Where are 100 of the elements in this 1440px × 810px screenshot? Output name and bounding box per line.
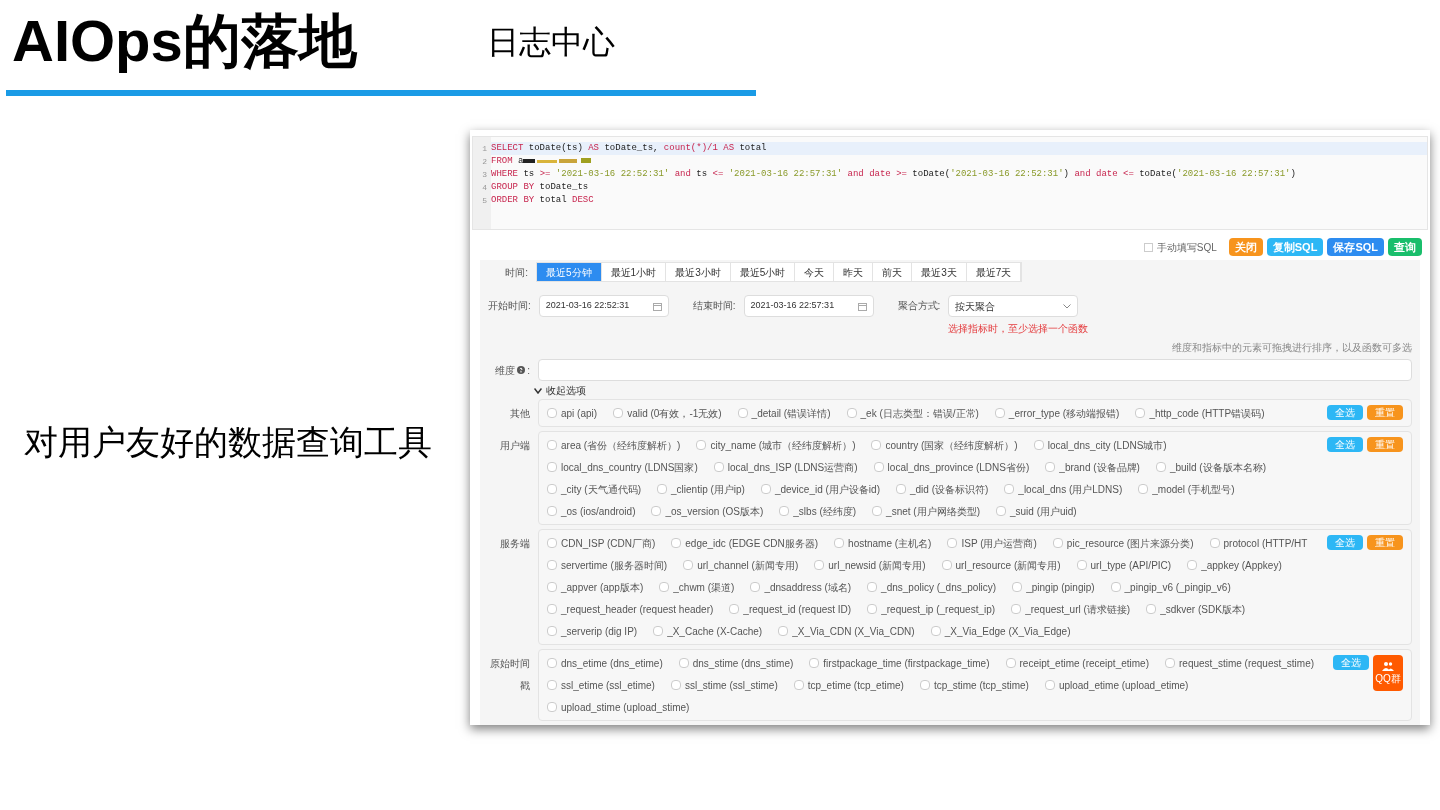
checkbox-option[interactable]: _local_dns (用户LDNS) <box>1004 481 1123 497</box>
slide-subtitle: 日志中心 <box>486 23 615 62</box>
checkbox-option[interactable]: ssl_etime (ssl_etime) <box>547 677 655 693</box>
code-line: GROUP BY toDate_ts <box>491 181 589 194</box>
checkbox-option[interactable]: servertime (服务器时间) <box>547 557 668 573</box>
date-field[interactable]: 2021-03-16 22:57:31 <box>743 295 874 317</box>
select-value: 按天聚合 <box>955 299 996 314</box>
line-number: 4 <box>481 182 488 194</box>
checkbox-option[interactable]: _pingip_v6 (_pingip_v6) <box>1110 579 1231 595</box>
option-label: dns_stime (dns_stime) <box>692 656 794 671</box>
checkbox-option[interactable]: _clientip (用户ip) <box>657 481 745 497</box>
checkbox-option[interactable]: upload_etime (upload_etime) <box>1044 677 1189 693</box>
checkbox-option[interactable]: _chwm (渠道) <box>659 579 735 595</box>
option-label: _request_url (请求链接) <box>1025 602 1131 617</box>
option-label: 手动填写SQL <box>1156 240 1217 255</box>
checkbox-option[interactable]: _dnsaddress (域名) <box>750 579 852 595</box>
checkbox-option[interactable]: protocol (HTTP/HT <box>1209 535 1308 551</box>
line-number: 5 <box>481 195 488 207</box>
checkbox-option[interactable]: _device_id (用户设备id) <box>760 481 880 497</box>
option-label: _X_Via_Edge (X_Via_Edge) <box>944 624 1071 639</box>
field-label: 结束时间: <box>692 299 736 313</box>
checkbox-option[interactable]: _detail (错误详情) <box>737 405 831 421</box>
option-label: dns_etime (dns_etime) <box>561 656 663 671</box>
checkbox-option[interactable]: area (省份（经纬度解析）) <box>547 437 681 453</box>
checkbox-option[interactable]: _dns_policy (_dns_policy) <box>867 579 997 595</box>
checkbox-option[interactable]: _brand (设备品牌) <box>1045 459 1140 475</box>
option-label: local_dns_ISP (LDNS运营商) <box>727 460 858 475</box>
option-label: url_channel (新闻专用) <box>697 558 799 573</box>
checkbox-option[interactable]: _http_code (HTTP错误码) <box>1135 405 1265 421</box>
option-label: _dnsaddress (域名) <box>764 580 852 595</box>
checkbox-option[interactable]: api (api) <box>547 405 598 421</box>
checkbox-option[interactable]: _os (ios/android) <box>547 503 636 519</box>
checkbox-option[interactable]: _error_type (移动端报错) <box>994 405 1120 421</box>
option-label: _request_ip (_request_ip) <box>881 602 996 617</box>
checkbox-option[interactable]: _suid (用户uid) <box>996 503 1077 519</box>
checkbox-option[interactable]: local_dns_city (LDNS城市) <box>1033 437 1167 453</box>
checkbox-option[interactable]: _request_id (request ID) <box>729 601 852 617</box>
collapse-toggle[interactable]: 收起选项 <box>534 383 586 398</box>
checkbox-option[interactable]: url_resource (新闻专用) <box>941 557 1061 573</box>
option-label: _local_dns (用户LDNS) <box>1018 482 1123 497</box>
field-label: : <box>527 363 530 378</box>
checkbox-option[interactable]: hostname (主机名) <box>834 535 932 551</box>
option-label: url_newsid (新闻专用) <box>828 558 926 573</box>
checkbox-option[interactable]: _appkey (Appkey) <box>1187 557 1282 573</box>
option-label: local_dns_city (LDNS城市) <box>1047 438 1167 453</box>
option-label: _error_type (移动端报错) <box>1008 406 1120 421</box>
checkbox-option[interactable]: CDN_ISP (CDN厂商) <box>547 535 656 551</box>
option-label: _X_Cache (X-Cache) <box>667 624 763 639</box>
checkbox-option[interactable]: dns_etime (dns_etime) <box>547 655 663 671</box>
checkbox-option[interactable]: _request_url (请求链接) <box>1011 601 1131 617</box>
option-label: upload_stime (upload_stime) <box>561 700 690 715</box>
date-field[interactable]: 2021-03-16 22:52:31 <box>538 295 669 317</box>
checkbox-option[interactable]: _build (设备版本名称) <box>1155 459 1267 475</box>
checkbox-option[interactable]: ISP (用户运营商) <box>947 535 1037 551</box>
group-label: 服务端 <box>499 537 530 551</box>
checkbox-option[interactable]: _model (手机型号) <box>1138 481 1235 497</box>
option-label: country (国家（经纬度解析）) <box>885 438 1018 453</box>
checkbox-option[interactable]: _X_Cache (X-Cache) <box>653 623 763 639</box>
checkbox-option[interactable]: receipt_etime (receipt_etime) <box>1005 655 1149 671</box>
checkbox-option[interactable]: _snet (用户网络类型) <box>872 503 980 519</box>
checkbox-option[interactable]: country (国家（经纬度解析）) <box>871 437 1018 453</box>
checkbox-option[interactable]: _appver (app版本) <box>547 579 644 595</box>
checkbox-option[interactable]: upload_stime (upload_stime) <box>547 699 690 715</box>
option-label: _snet (用户网络类型) <box>886 504 980 519</box>
checkbox-option[interactable]: dns_stime (dns_stime) <box>678 655 794 671</box>
line-number: 1 <box>481 143 488 155</box>
line-number: 2 <box>481 156 488 168</box>
checkbox-option[interactable]: _X_Via_CDN (X_Via_CDN) <box>778 623 915 639</box>
checkbox-option[interactable]: _X_Via_Edge (X_Via_Edge) <box>930 623 1071 639</box>
checkbox-option[interactable]: url_channel (新闻专用) <box>683 557 799 573</box>
checkbox-option[interactable]: tcp_stime (tcp_stime) <box>919 677 1029 693</box>
checkbox-option[interactable]: _serverip (dig IP) <box>547 623 638 639</box>
checkbox-option[interactable]: valid (0有效，-1无效) <box>613 405 722 421</box>
error-message: 选择指标时，至少选择一个函数 <box>948 322 1089 336</box>
option-label: api (api) <box>561 406 598 421</box>
checkbox-option[interactable]: url_newsid (新闻专用) <box>814 557 926 573</box>
checkbox-option[interactable]: _did (设备标识符) <box>895 481 989 497</box>
option-label: servertime (服务器时间) <box>561 558 668 573</box>
option-label: url_resource (新闻专用) <box>955 558 1061 573</box>
code-line: ORDER BY total DESC <box>491 194 594 207</box>
checkbox-option[interactable]: _pingip (pingip) <box>1012 579 1095 595</box>
checkbox-option[interactable]: edge_idc (EDGE CDN服务器) <box>671 535 819 551</box>
checkbox-option[interactable]: tcp_etime (tcp_etime) <box>793 677 904 693</box>
code-line: FROM a <box>491 155 524 168</box>
option-label: _serverip (dig IP) <box>561 624 638 639</box>
checkbox-option[interactable]: _sdkver (SDK版本) <box>1146 601 1246 617</box>
checkbox-option[interactable]: pic_resource (图片来源分类) <box>1052 535 1194 551</box>
checkbox-option[interactable]: _ek (日志类型：错误/正常) <box>846 405 979 421</box>
checkbox-option[interactable]: _slbs (经纬度) <box>779 503 857 519</box>
checkbox-option[interactable]: _request_ip (_request_ip) <box>867 601 996 617</box>
option-label: _suid (用户uid) <box>1010 504 1077 519</box>
checkbox-option[interactable]: _city (天气通代码) <box>547 481 641 497</box>
checkbox-option[interactable]: ssl_stime (ssl_stime) <box>670 677 778 693</box>
aggregate-select[interactable]: 按天聚合 <box>948 295 1079 317</box>
checkbox-option[interactable]: _os_version (OS版本) <box>651 503 764 519</box>
checkbox-option[interactable]: local_dns_ISP (LDNS运营商) <box>713 459 858 475</box>
checkbox-option[interactable]: url_type (API/PIC) <box>1076 557 1172 573</box>
field-label: 维度 <box>495 363 516 378</box>
line-number: 3 <box>481 169 488 181</box>
manual-sql-checkbox[interactable]: 手动填写SQL <box>1143 239 1217 255</box>
